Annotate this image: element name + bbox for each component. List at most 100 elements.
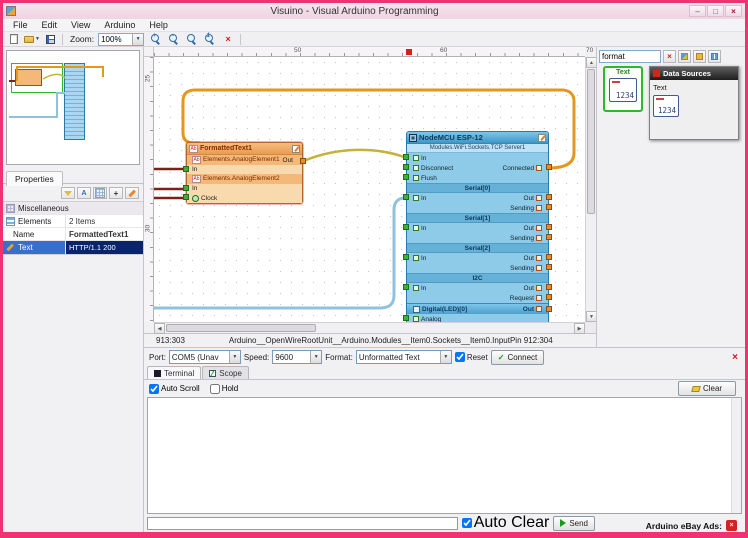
- nodemcu-header[interactable]: NodeMCU ESP-12: [407, 132, 548, 144]
- delete-button[interactable]: ×: [220, 33, 236, 46]
- chevron-down-icon[interactable]: ▼: [439, 351, 451, 363]
- component-formattedtext1[interactable]: FormattedText1 Elements.AnalogElement1 In…: [183, 142, 306, 204]
- ad-close-icon[interactable]: ×: [726, 520, 737, 531]
- horizontal-scroll-thumb[interactable]: [166, 324, 316, 332]
- clear-search-icon[interactable]: ×: [663, 50, 676, 63]
- output-pin[interactable]: [300, 158, 306, 164]
- minimize-button[interactable]: –: [689, 5, 706, 17]
- send-button[interactable]: Send: [553, 515, 595, 531]
- auto-clear-group: Auto Clear: [461, 514, 549, 532]
- zoom-combo[interactable]: 100% ▼: [98, 32, 145, 46]
- expand-all-icon[interactable]: [109, 187, 123, 199]
- output-pin[interactable]: [546, 234, 552, 240]
- maximize-button[interactable]: □: [707, 5, 724, 17]
- nodemcu-subcomponent[interactable]: Digital(LED)[0] Out: [407, 303, 552, 314]
- new-project-button[interactable]: [6, 33, 22, 46]
- chevron-down-icon[interactable]: ▼: [228, 351, 240, 363]
- output-pin[interactable]: [546, 306, 552, 312]
- zoom-out-button[interactable]: −: [166, 33, 182, 46]
- input-pin[interactable]: [403, 164, 409, 170]
- tab-properties[interactable]: Properties: [6, 171, 63, 186]
- input-pin[interactable]: [403, 284, 409, 290]
- edit-pencil-icon[interactable]: [292, 144, 300, 153]
- disconnect-icon[interactable]: ×: [732, 352, 740, 363]
- port-combo[interactable]: COM5 (Unav ▼: [168, 350, 241, 364]
- input-pin[interactable]: [403, 194, 409, 200]
- auto-clear-checkbox[interactable]: [461, 518, 472, 528]
- open-project-button[interactable]: ▼: [24, 33, 40, 46]
- format-combo[interactable]: Unformatted Text ▼: [355, 350, 452, 364]
- menu-item-file[interactable]: File: [6, 19, 35, 32]
- close-button[interactable]: ×: [725, 5, 742, 17]
- sort-alpha-icon[interactable]: [77, 187, 91, 199]
- view-folders-icon[interactable]: [693, 50, 706, 63]
- view-list-icon[interactable]: [708, 50, 721, 63]
- zoom-fit-button[interactable]: [184, 33, 200, 46]
- input-pin[interactable]: [183, 194, 189, 201]
- connect-button[interactable]: ✓ Connect: [490, 349, 545, 365]
- terminal-scrollbar[interactable]: [731, 398, 741, 513]
- view-mixed-icon[interactable]: [678, 50, 691, 63]
- input-pin[interactable]: [403, 224, 409, 230]
- output-pin[interactable]: [546, 254, 552, 260]
- nodemcu-pin-row: Request: [407, 293, 552, 303]
- wrench-icon[interactable]: [125, 187, 139, 199]
- hold-checkbox[interactable]: [209, 383, 220, 394]
- menu-item-view[interactable]: View: [64, 19, 97, 32]
- input-pin[interactable]: [403, 315, 409, 321]
- property-row-name[interactable]: Name FormattedText1: [3, 228, 143, 241]
- input-pin[interactable]: [183, 184, 189, 191]
- clear-button[interactable]: Clear: [678, 381, 736, 396]
- palette-selected-component[interactable]: Text 1234: [603, 66, 643, 112]
- menu-item-help[interactable]: Help: [142, 19, 175, 32]
- input-pin[interactable]: [183, 165, 189, 172]
- menu-item-edit[interactable]: Edit: [35, 19, 65, 32]
- menu-item-arduino[interactable]: Arduino: [97, 19, 142, 32]
- chevron-down-icon[interactable]: ▼: [132, 33, 144, 45]
- input-pin[interactable]: [403, 154, 409, 160]
- input-pin[interactable]: [403, 254, 409, 260]
- reset-checkbox[interactable]: [454, 352, 465, 362]
- filter-icon[interactable]: [61, 187, 75, 199]
- horizontal-scrollbar[interactable]: ◀ ▶: [154, 322, 585, 334]
- send-input[interactable]: [147, 516, 458, 530]
- tab-scope[interactable]: Scope: [202, 366, 249, 379]
- wire-out-to-in[interactable]: [304, 148, 406, 162]
- wire-blue-serial[interactable]: [154, 196, 407, 310]
- vertical-scroll-thumb[interactable]: [587, 69, 595, 214]
- output-pin[interactable]: [546, 224, 552, 230]
- edit-pencil-icon[interactable]: [538, 133, 546, 142]
- save-project-button[interactable]: [42, 33, 58, 46]
- output-pin[interactable]: [546, 194, 552, 200]
- formattedtext-header[interactable]: FormattedText1: [187, 143, 302, 155]
- output-pin[interactable]: [546, 284, 552, 290]
- input-pin[interactable]: [403, 174, 409, 180]
- auto-scroll-checkbox[interactable]: [149, 383, 159, 394]
- zoom-actual-button[interactable]: 1: [202, 33, 218, 46]
- property-value[interactable]: HTTP/1.1 200: [65, 241, 143, 254]
- design-canvas[interactable]: FormattedText1 Elements.AnalogElement1 In…: [154, 57, 585, 322]
- chevron-down-icon[interactable]: ▼: [310, 351, 322, 363]
- vertical-scrollbar[interactable]: ▲ ▼: [585, 57, 597, 322]
- scroll-right-icon[interactable]: ▶: [574, 323, 585, 334]
- output-pin[interactable]: [546, 204, 552, 210]
- text-display-icon[interactable]: 1234: [653, 95, 679, 117]
- scroll-left-icon[interactable]: ◀: [154, 323, 165, 334]
- categorized-view-icon[interactable]: [93, 187, 107, 199]
- component-nodemcu-esp12[interactable]: NodeMCU ESP-12 Modules.WiFi.Sockets.TCP …: [403, 131, 552, 322]
- property-row-elements[interactable]: Elements 2 Items: [3, 215, 143, 228]
- output-pin[interactable]: [546, 294, 552, 300]
- data-sources-panel[interactable]: Data Sources Text 1234: [649, 66, 739, 140]
- speed-combo[interactable]: 9600 ▼: [272, 350, 323, 364]
- component-title: NodeMCU ESP-12: [419, 133, 483, 142]
- data-sources-header[interactable]: Data Sources: [650, 67, 738, 80]
- zoom-in-button[interactable]: +: [148, 33, 164, 46]
- terminal-output[interactable]: [147, 397, 742, 514]
- search-input[interactable]: [599, 50, 661, 63]
- output-pin[interactable]: [546, 264, 552, 270]
- tab-terminal[interactable]: Terminal: [147, 366, 202, 379]
- property-row-text[interactable]: Text HTTP/1.1 200: [3, 241, 143, 254]
- overview-minimap[interactable]: [6, 50, 140, 165]
- property-row-miscellaneous[interactable]: Miscellaneous: [3, 202, 143, 215]
- output-pin[interactable]: [546, 164, 552, 170]
